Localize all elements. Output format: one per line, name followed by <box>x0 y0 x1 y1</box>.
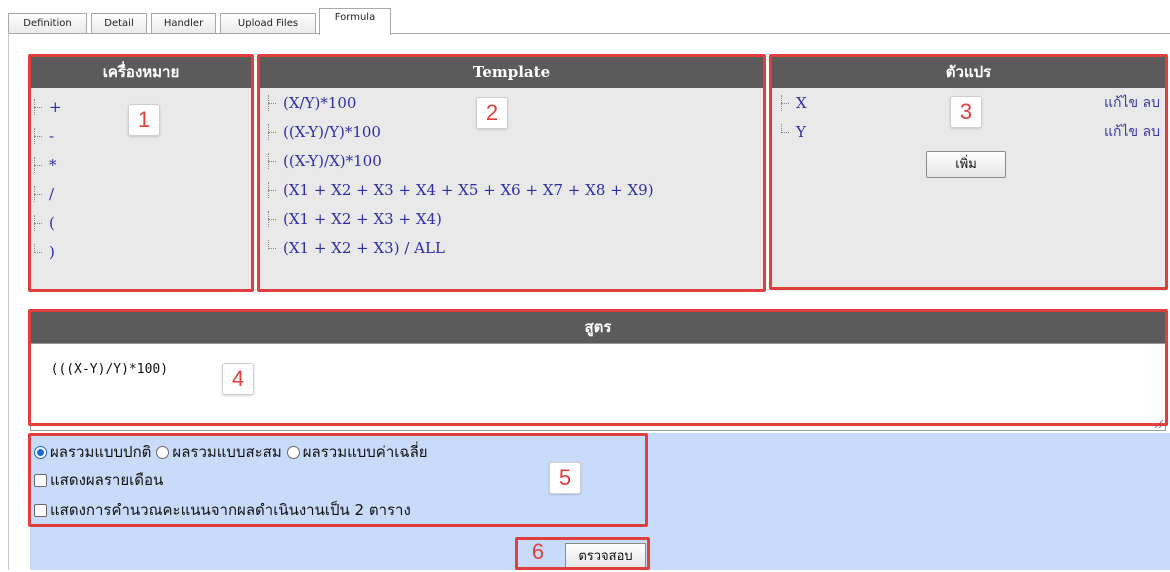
template-list: (X/Y)*100 ((X-Y)/Y)*100 ((X-Y)/X)*100 (X… <box>267 89 654 263</box>
formula-header: สูตร <box>30 311 1166 343</box>
tree-branch-icon <box>268 89 278 118</box>
template-panel: Template (X/Y)*100 ((X-Y)/Y)*100 ((X-Y)/… <box>259 56 764 291</box>
annotation-badge-2: 2 <box>476 97 508 129</box>
annotation-badge-1: 1 <box>128 104 160 136</box>
symbols-panel: เครื่องหมาย + - * / ( ) <box>30 56 252 291</box>
symbols-header: เครื่องหมาย <box>30 56 252 88</box>
tree-branch-icon <box>268 234 278 263</box>
tab-upload-files[interactable]: Upload Files <box>220 13 316 34</box>
checkbox-label: แสดงการคำนวณคะแนนจากผลดำเนินงานเป็น 2 ตา… <box>50 501 411 519</box>
annotation-badge-4: 4 <box>222 363 254 395</box>
symbol-plus[interactable]: + <box>33 93 62 122</box>
check-button[interactable]: ตรวจสอบ <box>565 543 646 570</box>
add-variable-button[interactable]: เพิ่ม <box>926 151 1006 178</box>
template-item[interactable]: (X1 + X2 + X3 + X4) <box>267 205 654 234</box>
annotation-badge-6: 6 <box>531 539 545 564</box>
template-link[interactable]: ((X-Y)/X)*100 <box>283 152 382 170</box>
tree-branch-icon <box>34 238 44 267</box>
template-link[interactable]: (X1 + X2 + X3 + X4) <box>283 210 442 228</box>
tab-bar: Definition Detail Handler Upload Files F… <box>0 0 1170 35</box>
symbol-close-paren[interactable]: ) <box>33 238 62 267</box>
tree-branch-icon <box>34 180 44 209</box>
tree-branch-icon <box>34 122 44 151</box>
symbol-multiply[interactable]: * <box>33 151 62 180</box>
variable-name[interactable]: X <box>796 94 807 112</box>
annotation-badge-3: 3 <box>950 96 982 128</box>
annotation-badge-5: 5 <box>549 462 581 494</box>
template-link[interactable]: (X1 + X2 + X3) / ALL <box>283 239 445 257</box>
delete-link[interactable]: ลบ <box>1143 124 1160 140</box>
template-link[interactable]: ((X-Y)/Y)*100 <box>283 123 381 141</box>
tree-branch-icon <box>34 209 44 238</box>
formula-value: (((X-Y)/Y)*100) <box>50 362 169 377</box>
template-header: Template <box>259 56 764 88</box>
tree-branch-icon <box>34 93 44 122</box>
variable-actions: แก้ไข ลบ <box>1104 89 1160 118</box>
template-item[interactable]: (X1 + X2 + X3 + X4 + X5 + X6 + X7 + X8 +… <box>267 176 654 205</box>
edit-link[interactable]: แก้ไข <box>1104 95 1138 111</box>
tree-branch-icon <box>781 89 791 118</box>
formula-textarea[interactable]: (((X-Y)/Y)*100) <box>30 343 1166 431</box>
symbol-minus[interactable]: - <box>33 122 62 151</box>
radio-label: ผลรวมแบบสะสม <box>172 443 282 461</box>
content-border <box>8 33 9 570</box>
symbol-divide[interactable]: / <box>33 180 62 209</box>
symbol-link[interactable]: + <box>49 98 62 116</box>
tab-definition[interactable]: Definition <box>8 13 87 34</box>
edit-link[interactable]: แก้ไข <box>1104 124 1138 140</box>
symbol-link[interactable]: / <box>49 185 54 203</box>
symbol-link[interactable]: * <box>49 156 57 174</box>
template-link[interactable]: (X/Y)*100 <box>283 94 356 112</box>
show-calc-checkbox[interactable] <box>34 503 47 517</box>
variable-actions: แก้ไข ลบ <box>1104 118 1160 147</box>
variables-panel: ตัวแปร X แก้ไข ลบ Y แก้ไข ลบ เพิ่ม <box>771 56 1166 291</box>
resize-grip-icon[interactable] <box>1155 420 1163 428</box>
radio-label: ผลรวมแบบค่าเฉลี่ย <box>302 443 428 461</box>
template-item[interactable]: (X/Y)*100 <box>267 89 654 118</box>
checkbox-label: แสดงผลรายเดือน <box>50 471 164 489</box>
tab-divider <box>8 33 1170 34</box>
symbol-link[interactable]: ( <box>49 214 55 232</box>
template-item[interactable]: ((X-Y)/Y)*100 <box>267 118 654 147</box>
tab-detail[interactable]: Detail <box>91 13 147 34</box>
symbol-open-paren[interactable]: ( <box>33 209 62 238</box>
symbols-list: + - * / ( ) <box>33 93 62 267</box>
tab-handler[interactable]: Handler <box>151 13 216 34</box>
show-calc-option: แสดงการคำนวณคะแนนจากผลดำเนินงานเป็น 2 ตา… <box>34 498 411 522</box>
symbol-link[interactable]: - <box>49 127 54 145</box>
tree-branch-icon <box>781 118 791 147</box>
show-monthly-checkbox[interactable] <box>34 473 47 487</box>
template-item[interactable]: (X1 + X2 + X3) / ALL <box>267 234 654 263</box>
tree-branch-icon <box>268 147 278 176</box>
template-link[interactable]: (X1 + X2 + X3 + X4 + X5 + X6 + X7 + X8 +… <box>283 181 654 199</box>
symbol-link[interactable]: ) <box>49 243 55 261</box>
variables-header: ตัวแปร <box>771 56 1166 88</box>
radio-sum-cumulative[interactable] <box>156 445 170 459</box>
variable-name[interactable]: Y <box>796 123 806 141</box>
tree-branch-icon <box>34 151 44 180</box>
tree-branch-icon <box>268 118 278 147</box>
template-item[interactable]: ((X-Y)/X)*100 <box>267 147 654 176</box>
tree-branch-icon <box>268 176 278 205</box>
show-monthly-option: แสดงผลรายเดือน <box>34 468 163 492</box>
delete-link[interactable]: ลบ <box>1143 95 1160 111</box>
tab-formula[interactable]: Formula <box>319 8 391 35</box>
radio-sum-normal[interactable] <box>34 445 47 459</box>
radio-sum-average[interactable] <box>286 445 300 459</box>
sum-mode-group: ผลรวมแบบปกติ ผลรวมแบบสะสม ผลรวมแบบค่าเฉล… <box>34 440 428 464</box>
radio-label: ผลรวมแบบปกติ <box>50 443 152 461</box>
tree-branch-icon <box>268 205 278 234</box>
